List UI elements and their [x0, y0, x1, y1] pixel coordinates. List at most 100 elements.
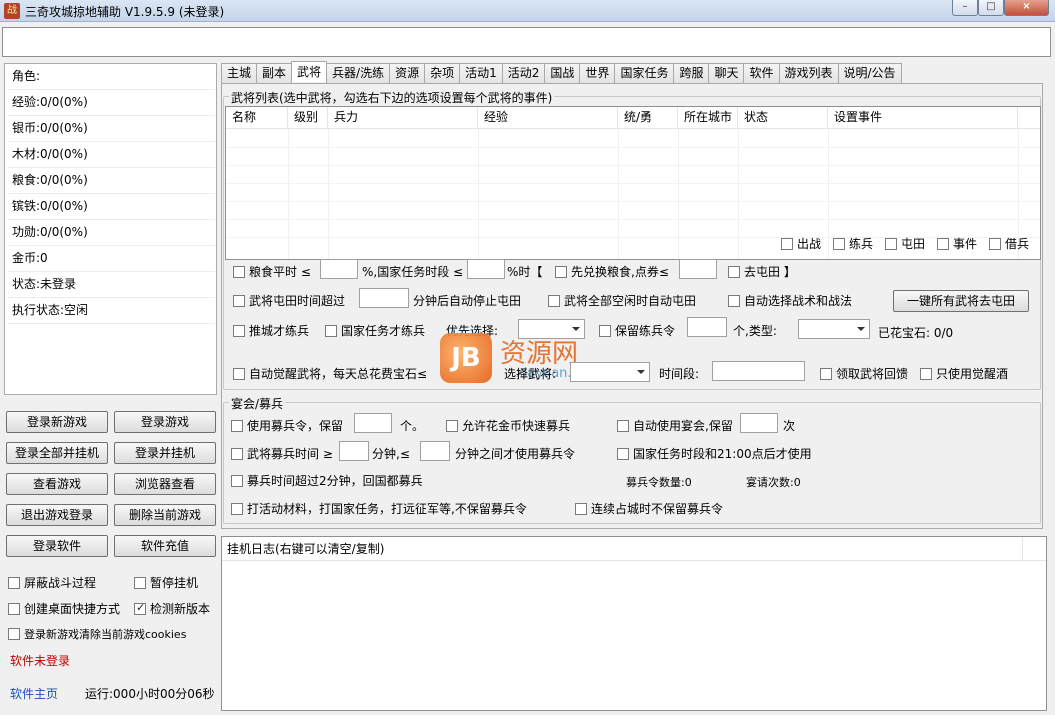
token-type-select[interactable] [798, 319, 870, 339]
event-battle-option[interactable]: 出战 [781, 235, 821, 252]
use-recruit-option[interactable]: 使用募兵令，保留 [231, 417, 343, 434]
event-material-option[interactable]: 打活动材料，打国家任务，打远征军等,不保留募兵令 [231, 500, 527, 517]
auto-tactics-checkbox[interactable] [728, 294, 740, 307]
go-farm-option[interactable]: 去屯田 】 [728, 263, 796, 280]
tab-chat[interactable]: 聊天 [708, 63, 745, 83]
continuous-occupy-option[interactable]: 连续占城时不保留募兵令 [575, 500, 723, 517]
after-task-checkbox[interactable] [617, 447, 629, 460]
check-version-option[interactable]: 检测新版本 [134, 600, 210, 617]
grain-flat-option[interactable]: 粮食平时 ≤ [233, 263, 311, 280]
exchange-grain-checkbox[interactable] [555, 265, 567, 278]
col-command[interactable]: 统/勇 [618, 107, 678, 129]
recruit-time-option[interactable]: 武将募兵时间 ≥ [231, 445, 333, 462]
use-recruit-input[interactable] [354, 413, 392, 433]
select-general-select[interactable] [570, 362, 650, 382]
event-battle-checkbox[interactable] [781, 237, 793, 250]
event-farm-checkbox[interactable] [885, 237, 897, 250]
tab-event-2[interactable]: 活动2 [501, 63, 546, 83]
only-awaken-wine-option[interactable]: 只使用觉醒酒 [920, 365, 1008, 382]
maximize-button[interactable]: □ [978, 0, 1004, 16]
tab-misc[interactable]: 杂项 [424, 63, 461, 83]
block-battle-checkbox[interactable] [8, 576, 20, 589]
hang-log[interactable]: 挂机日志(右键可以清空/复制) [221, 536, 1047, 711]
receive-reward-checkbox[interactable] [820, 367, 832, 380]
close-button[interactable]: × [1004, 0, 1049, 16]
tab-resources[interactable]: 资源 [389, 63, 426, 83]
train-after-city-option[interactable]: 推城才练兵 [233, 322, 309, 339]
event-material-checkbox[interactable] [231, 502, 243, 515]
pause-hang-option[interactable]: 暂停挂机 [134, 574, 198, 591]
desktop-shortcut-option[interactable]: 创建桌面快捷方式 [8, 600, 120, 617]
col-status[interactable]: 状态 [738, 107, 828, 129]
col-level[interactable]: 级别 [288, 107, 328, 129]
event-borrow-option[interactable]: 借兵 [989, 235, 1029, 252]
clear-cookies-option[interactable]: 登录新游戏清除当前游戏cookies [8, 626, 186, 642]
train-after-task-checkbox[interactable] [325, 324, 337, 337]
auto-tactics-option[interactable]: 自动选择战术和战法 [728, 292, 852, 309]
col-troops[interactable]: 兵力 [328, 107, 478, 129]
login-game-button[interactable]: 登录游戏 [114, 411, 216, 433]
tab-national-task[interactable]: 国家任务 [614, 63, 675, 83]
auto-banquet-checkbox[interactable] [617, 419, 629, 432]
recharge-button[interactable]: 软件充值 [114, 535, 216, 557]
farm-time-option[interactable]: 武将屯田时间超过 [233, 292, 345, 309]
tab-main-city[interactable]: 主城 [221, 63, 258, 83]
col-city[interactable]: 所在城市 [678, 107, 738, 129]
event-event-checkbox[interactable] [937, 237, 949, 250]
login-new-game-button[interactable]: 登录新游戏 [6, 411, 108, 433]
login-all-hang-button[interactable]: 登录全部并挂机 [6, 442, 108, 464]
use-recruit-checkbox[interactable] [231, 419, 243, 432]
only-awaken-wine-checkbox[interactable] [920, 367, 932, 380]
tab-world[interactable]: 世界 [579, 63, 616, 83]
auto-banquet-input[interactable] [740, 413, 778, 433]
auto-farm-idle-option[interactable]: 武将全部空闲时自动屯田 [548, 292, 696, 309]
all-generals-farm-button[interactable]: 一键所有武将去屯田 [893, 290, 1029, 312]
tab-national-war[interactable]: 国战 [544, 63, 581, 83]
browser-view-button[interactable]: 浏览器查看 [114, 473, 216, 495]
pause-hang-checkbox[interactable] [134, 576, 146, 589]
tab-weapons[interactable]: 兵器/洗练 [326, 63, 391, 83]
tab-software[interactable]: 软件 [743, 63, 780, 83]
recruit-time-min-input[interactable] [339, 441, 369, 461]
continuous-occupy-checkbox[interactable] [575, 502, 587, 515]
tab-event-1[interactable]: 活动1 [459, 63, 503, 83]
tab-dungeon[interactable]: 副本 [256, 63, 293, 83]
allow-gold-option[interactable]: 允许花金币快速募兵 [446, 417, 570, 434]
train-after-task-option[interactable]: 国家任务才练兵 [325, 322, 425, 339]
time-period-input[interactable] [712, 361, 805, 381]
keep-train-token-input[interactable] [687, 317, 727, 337]
login-software-button[interactable]: 登录软件 [6, 535, 108, 557]
auto-awaken-option[interactable]: 自动觉醒武将，每天总花费宝石≤ [233, 365, 427, 382]
auto-awaken-checkbox[interactable] [233, 367, 245, 380]
url-input[interactable] [2, 27, 1051, 57]
grain-flat-input[interactable] [320, 259, 358, 279]
recruit-time-max-input[interactable] [420, 441, 450, 461]
event-event-option[interactable]: 事件 [937, 235, 977, 252]
after-task-option[interactable]: 国家任务时段和21:00点后才使用 [617, 445, 812, 462]
train-after-city-checkbox[interactable] [233, 324, 245, 337]
delete-game-button[interactable]: 删除当前游戏 [114, 504, 216, 526]
receive-reward-option[interactable]: 领取武将回馈 [820, 365, 908, 382]
event-borrow-checkbox[interactable] [989, 237, 1001, 250]
login-hang-button[interactable]: 登录并挂机 [114, 442, 216, 464]
exchange-grain-input[interactable] [679, 259, 717, 279]
tab-general[interactable]: 武将 [291, 61, 328, 82]
event-train-option[interactable]: 练兵 [833, 235, 873, 252]
over-2min-option[interactable]: 募兵时间超过2分钟，回国都募兵 [231, 472, 423, 489]
tab-cross-server[interactable]: 跨服 [673, 63, 710, 83]
farm-time-checkbox[interactable] [233, 294, 245, 307]
minimize-button[interactable]: – [952, 0, 978, 16]
view-game-button[interactable]: 查看游戏 [6, 473, 108, 495]
grain-task-input[interactable] [467, 259, 505, 279]
recruit-time-checkbox[interactable] [231, 447, 243, 460]
event-farm-option[interactable]: 屯田 [885, 235, 925, 252]
auto-banquet-option[interactable]: 自动使用宴会,保留 [617, 417, 733, 434]
clear-cookies-checkbox[interactable] [8, 628, 20, 640]
tab-notice[interactable]: 说明/公告 [837, 63, 902, 83]
farm-time-input[interactable] [359, 288, 409, 308]
col-events[interactable]: 设置事件 [828, 107, 1018, 129]
logout-game-button[interactable]: 退出游戏登录 [6, 504, 108, 526]
tab-game-list[interactable]: 游戏列表 [778, 63, 839, 83]
grain-flat-checkbox[interactable] [233, 265, 245, 278]
go-farm-checkbox[interactable] [728, 265, 740, 278]
